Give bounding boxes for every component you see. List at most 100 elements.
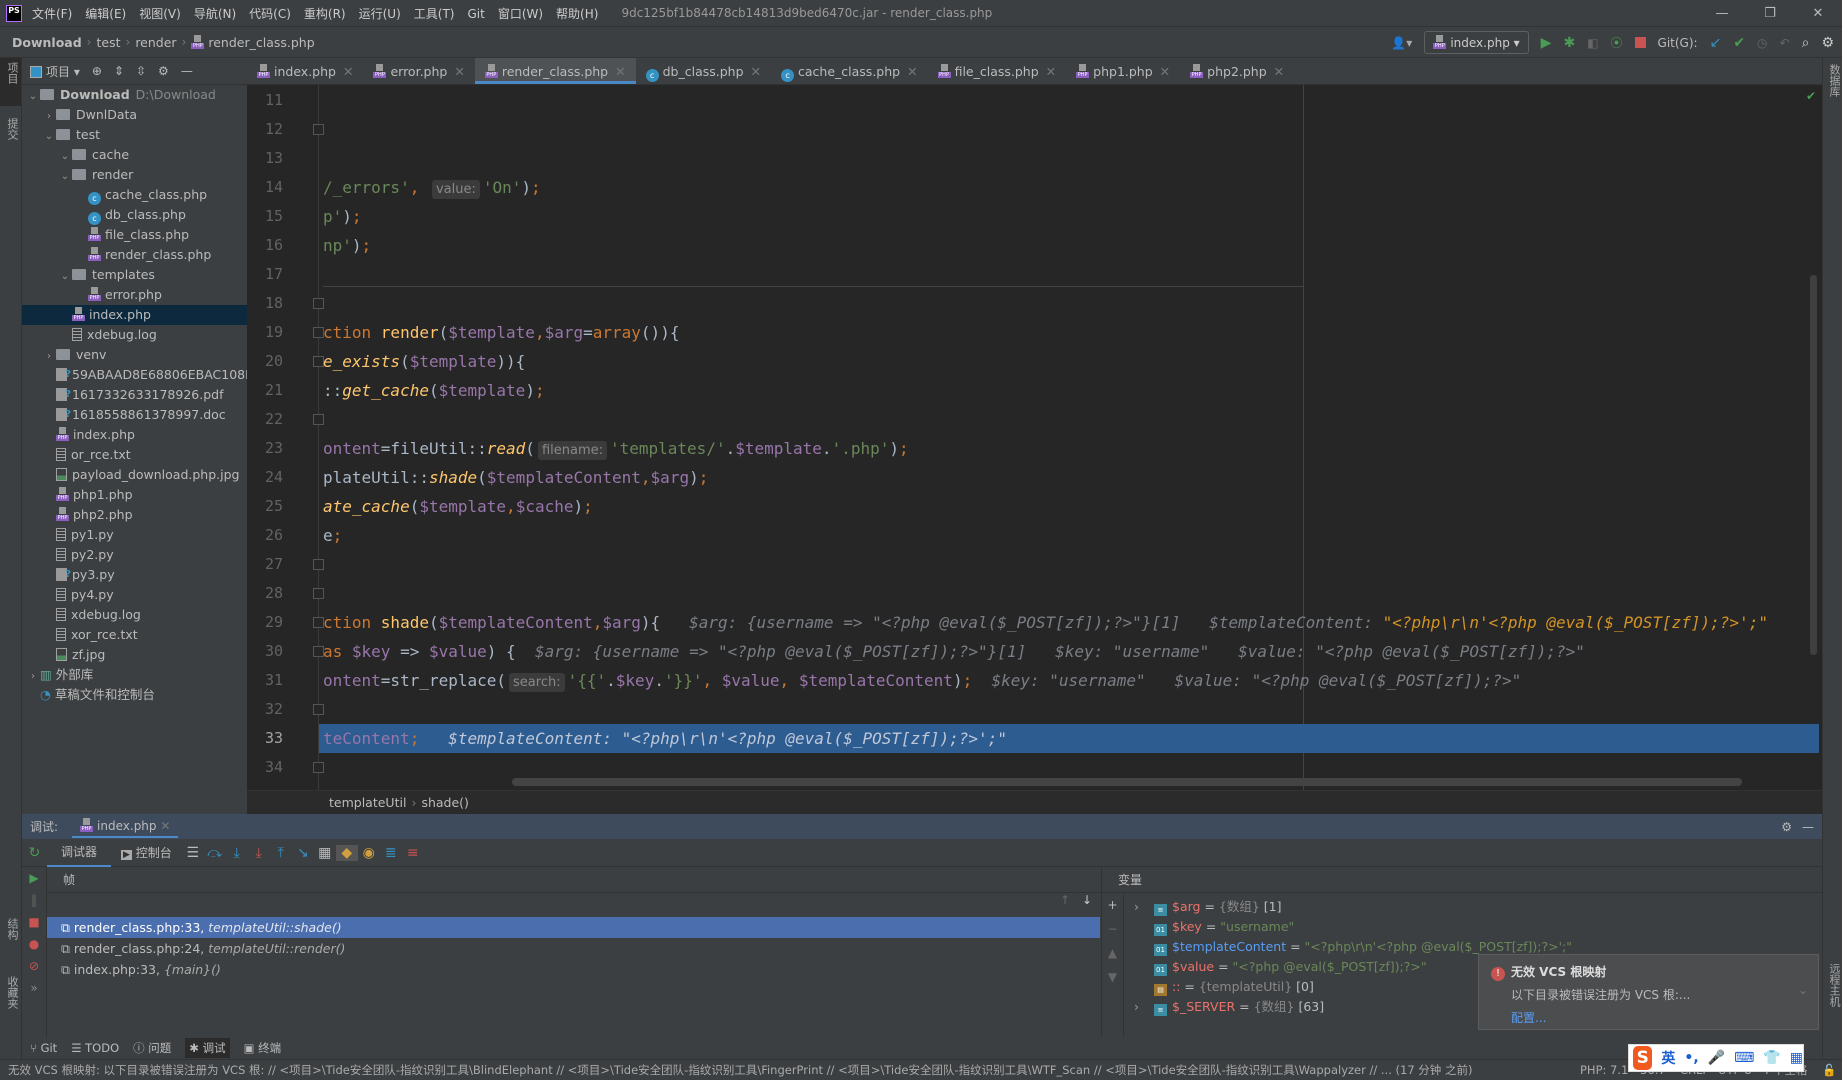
line-number[interactable]: 26 [253,521,283,550]
remote-host-tool-button[interactable]: 远程主机 [1826,963,1842,1007]
code-line[interactable]: ontent=str_replace(search: '{{'.$key.'}}'… [323,666,1521,695]
line-number[interactable]: 23 [253,434,283,463]
breadcrumb-class[interactable]: templateUtil [329,795,406,810]
menu-item[interactable]: 运行(U) [359,7,401,21]
tree-item[interactable]: 1617332633178926.pdf [22,385,247,405]
chevron-down-icon[interactable]: ⌄ [26,87,40,107]
project-tool-button[interactable]: 项目 [0,58,21,106]
menu-item[interactable]: 代码(C) [249,7,291,21]
debug-hide-icon[interactable]: — [1802,820,1814,834]
rerun-icon[interactable]: ↻ [22,845,47,861]
line-number[interactable]: 13 [253,144,283,173]
line-number[interactable]: 19 [253,318,283,347]
settings-gear-icon[interactable]: ⚙ [1821,35,1834,51]
code-line[interactable]: ction render($template,$arg=array()){ [323,318,679,347]
vertical-scrollbar[interactable] [1810,275,1817,655]
breadcrumb-file[interactable]: render_class.php [208,35,314,50]
code-editor[interactable]: ✔ 11 12 13 14 /_errors', value: 'On'); 15 p'); 1… [247,85,1822,790]
menu-item[interactable]: 视图(V) [139,7,181,21]
close-tab-icon[interactable]: ✕ [615,64,625,79]
fold-marker-icon[interactable] [313,298,324,309]
line-number[interactable]: 21 [253,376,283,405]
step-over-icon[interactable]: ⤼ [204,845,226,861]
tree-item[interactable]: xdebug.log [22,605,247,625]
code-line[interactable]: ontent=fileUtil::read(filename:'template… [323,434,909,463]
debug-settings-icon[interactable]: ⚙ [1781,820,1792,834]
line-number[interactable]: 11 [253,86,283,115]
tree-item[interactable]: xor_rce.txt [22,625,247,645]
add-watch-button[interactable]: + [1102,893,1123,917]
code-line[interactable]: np'); [323,231,371,260]
tree-item[interactable]: c cache_class.php [22,185,247,205]
code-line[interactable]: p'); [323,202,362,231]
apps-grid-icon[interactable]: ▦ [1790,1050,1803,1066]
line-number[interactable]: 30 [253,637,283,666]
tree-item[interactable]: 1618558861378997.doc [22,405,247,425]
tree-item[interactable]: ⌄ Download D:\Download [22,85,247,105]
chevron-down-icon[interactable]: ⌄ [58,147,72,167]
tool-tab-terminal[interactable]: ▣ 终端 [244,1040,282,1056]
ordered-list-icon[interactable]: ≣ [380,845,402,861]
git-history-icon[interactable]: ◷ [1757,36,1767,50]
breadcrumb-render[interactable]: render [135,35,176,50]
restore-button[interactable]: ❐ [1746,0,1794,27]
tool-tab-list[interactable]: ☰ TODO [71,1041,119,1055]
collapse-all-icon[interactable]: ⇳ [136,64,146,78]
menu-item[interactable]: 窗口(W) [498,7,543,21]
git-rollback-icon[interactable]: ↶ [1780,36,1790,50]
structure-tool-button[interactable]: 结构 [4,918,20,940]
stack-frame[interactable]: ⧉ render_class.php:33, templateUtil::sha… [47,917,1100,938]
tree-item[interactable]: error.php [22,285,247,305]
line-number[interactable]: 20 [253,347,283,376]
close-tab-icon[interactable]: ✕ [1274,64,1284,79]
coverage-icon[interactable]: ◧ [1587,36,1598,50]
stop-icon[interactable] [1634,37,1646,48]
close-tab-icon[interactable]: ✕ [907,64,917,79]
menu-item[interactable]: Git [467,7,484,21]
fold-marker-icon[interactable] [313,762,324,773]
minimize-button[interactable]: — [1698,0,1746,27]
git-update-icon[interactable]: ↙ [1710,35,1722,51]
editor-tab[interactable]: php2.php ✕ [1180,58,1294,84]
menu-item[interactable]: 重构(R) [304,7,346,21]
notification-expand-icon[interactable]: ⌄ [1798,983,1808,997]
stack-frame[interactable]: ⧉ render_class.php:24, templateUtil::ren… [47,938,1100,959]
fold-marker-icon[interactable] [313,559,324,570]
tree-item[interactable]: py1.py [22,525,247,545]
watch-icon[interactable]: ◉ [358,845,380,861]
line-number[interactable]: 16 [253,231,283,260]
breadcrumb-method[interactable]: shade() [421,795,468,810]
line-number[interactable]: 34 [253,753,283,782]
next-frame-icon[interactable]: ↓ [1082,893,1092,907]
editor-tab[interactable]: error.php ✕ [363,58,474,84]
tree-item[interactable]: or_rce.txt [22,445,247,465]
breadcrumb-download[interactable]: Download [12,35,82,50]
remove-watch-button[interactable]: − [1102,917,1123,941]
line-number[interactable]: 29 [253,608,283,637]
menu-item[interactable]: 帮助(H) [556,7,598,21]
tree-item[interactable]: ⌄ cache [22,145,247,165]
tree-item[interactable]: ◔ 草稿文件和控制台 [22,685,247,705]
user-icon[interactable]: 👤▾ [1391,36,1412,50]
fold-marker-icon[interactable] [313,124,324,135]
run-icon[interactable]: ▶ [1541,35,1552,51]
debug-icon[interactable]: ✱ [1563,35,1575,51]
keyboard-icon[interactable]: ⌨ [1734,1050,1754,1066]
status-message[interactable]: 无效 VCS 根映射: 以下目录被错误注册为 VCS 根: // <项目>\Ti… [8,1063,1472,1077]
variable-row[interactable]: › ≡ $arg = {数组} [1] [1124,897,1814,917]
code-line[interactable]: teContent; $templateContent: "<?php\r\n'… [323,724,1007,753]
line-number[interactable]: 15 [253,202,283,231]
editor-tab[interactable]: file_class.php ✕ [928,58,1067,84]
line-number[interactable]: 24 [253,463,283,492]
view-breakpoints-icon[interactable]: ● [22,933,46,955]
sogou-logo[interactable]: S [1633,1046,1653,1070]
step-out-icon[interactable]: ⤒ [270,845,292,861]
line-number[interactable]: 31 [253,666,283,695]
line-number[interactable]: 33 [253,724,283,753]
run-config-select[interactable]: index.php ▾ [1424,31,1529,54]
step-into-icon[interactable]: ⤓ [226,845,248,861]
class-constants-icon[interactable]: ◆ [335,844,358,861]
chevron-right-icon[interactable]: › [1134,897,1139,917]
tree-item[interactable]: render_class.php [22,245,247,265]
run-to-cursor-icon[interactable]: ↘ [292,845,314,861]
